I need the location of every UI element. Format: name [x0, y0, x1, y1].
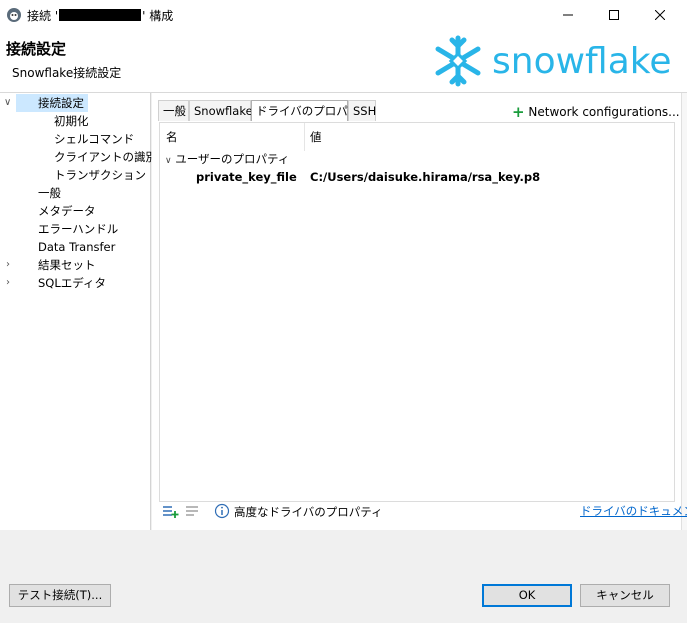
tab-ssh[interactable]: SSH [348, 100, 376, 121]
chevron-down-icon[interactable]: ∨ [165, 156, 172, 166]
minimize-button[interactable] [545, 0, 591, 30]
property-value[interactable]: C:/Users/daisuke.hirama/rsa_key.p8 [310, 168, 540, 186]
ok-button[interactable]: OK [482, 584, 572, 607]
tree-item-connection-settings[interactable]: 接続設定 [16, 94, 88, 112]
window-title: 接続 ' ' 構成 [27, 7, 173, 24]
window-titlebar: 接続 ' ' 構成 [0, 0, 687, 30]
tree-item-data-transfer[interactable]: Data Transfer [38, 238, 115, 256]
chevron-right-icon[interactable]: › [6, 256, 16, 274]
driver-properties-grid: 名 値 ∨ ユーザーのプロパティ private_key_file C:/Use… [159, 122, 675, 502]
close-button[interactable] [637, 0, 683, 30]
redacted-name [59, 9, 142, 21]
tree-item-shell-commands[interactable]: シェルコマンド [54, 130, 134, 148]
maximize-icon [609, 10, 619, 20]
chevron-right-icon[interactable]: › [6, 274, 16, 292]
maximize-button[interactable] [591, 0, 637, 30]
plus-icon: + [512, 103, 525, 121]
tree-item-general[interactable]: 一般 [38, 184, 61, 202]
settings-tree: ∨ 接続設定 初期化 シェルコマンド クライアントの識別 トランザクション 一般… [0, 93, 157, 530]
property-group-row[interactable]: ∨ ユーザーのプロパティ [165, 150, 289, 168]
add-property-icon[interactable] [163, 505, 179, 519]
snowflake-logo: snowflake [435, 35, 672, 87]
tab-driver-properties[interactable]: ドライバのプロパティ [251, 100, 370, 121]
column-divider[interactable] [304, 123, 305, 151]
window-title-prefix: 接続 ' [27, 9, 59, 23]
tree-item-result-sets[interactable]: 結果セット [38, 256, 96, 274]
minimize-icon [563, 14, 573, 16]
property-group-label: ユーザーのプロパティ [175, 152, 290, 166]
advanced-driver-properties-label: 高度なドライバのプロパティ [234, 505, 383, 519]
test-connection-button[interactable]: テスト接続(T)... [9, 584, 111, 607]
tree-item-metadata[interactable]: メタデータ [38, 202, 96, 220]
background-window-edge [681, 93, 687, 530]
app-icon [7, 8, 21, 22]
column-header-value[interactable]: 値 [310, 123, 322, 151]
tree-item-transactions[interactable]: トランザクション [54, 166, 146, 184]
network-configurations-label: Network configurations... [528, 105, 680, 119]
grid-toolbar: 高度なドライバのプロパティ ドライバのドキュメント [159, 502, 687, 522]
column-header-name[interactable]: 名 [166, 123, 178, 151]
info-icon [214, 503, 230, 519]
tree-item-client-id[interactable]: クライアントの識別 [54, 148, 157, 166]
chevron-down-icon[interactable]: ∨ [4, 94, 14, 112]
cancel-button[interactable]: キャンセル [580, 584, 670, 607]
remove-property-icon[interactable] [186, 505, 202, 519]
network-configurations-button[interactable]: + Network configurations... [512, 103, 680, 121]
page-subtitle: Snowflake接続設定 [12, 66, 122, 80]
tree-item-init[interactable]: 初期化 [54, 112, 89, 130]
logo-wordmark: snowflake [492, 41, 672, 82]
tab-snowflake[interactable]: Snowflake [189, 100, 253, 121]
close-icon [655, 10, 665, 20]
tab-general[interactable]: 一般 [158, 100, 189, 121]
property-key[interactable]: private_key_file [196, 168, 297, 186]
page-title: 接続設定 [6, 40, 67, 58]
window-title-suffix: ' 構成 [142, 9, 174, 23]
tree-item-sql-editor[interactable]: SQLエディタ [38, 274, 106, 292]
driver-docs-link[interactable]: ドライバのドキュメント [580, 503, 687, 519]
tree-item-error-handle[interactable]: エラーハンドル [38, 220, 118, 238]
